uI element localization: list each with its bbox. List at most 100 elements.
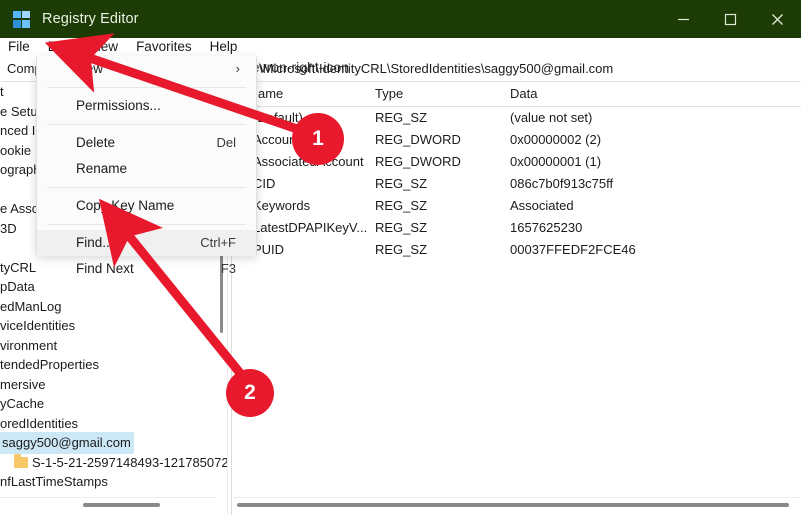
tree-item-label: yCache [0, 396, 45, 411]
tree-horizontal-scrollbar[interactable] [0, 503, 216, 507]
chevron-right-icon: › [235, 61, 240, 76]
tree-item-label: mersive [0, 376, 46, 392]
tree-item-label: nced II [0, 123, 40, 138]
value-type-cell: REG_SZ [375, 198, 428, 213]
folder-icon [14, 454, 28, 468]
menu-item-label: Find Next [76, 261, 134, 276]
menu-item-shortcut: Ctrl+F [200, 235, 236, 250]
annotation-marker-1: 1 [292, 113, 344, 165]
menu-item-permissions[interactable]: Permissions... [37, 93, 256, 119]
menu-help[interactable]: Help [201, 38, 247, 56]
value-type-cell: REG_SZ [375, 110, 428, 125]
tree-item-label: pData [0, 279, 35, 294]
table-row[interactable]: Keywords REG_SZ Associated [233, 195, 801, 217]
menu-item-shortcut: Del [216, 135, 236, 150]
tree-item[interactable]: vironment [0, 336, 216, 356]
menu-file[interactable]: File [0, 38, 39, 56]
menu-separator [47, 124, 246, 125]
window-controls [660, 0, 801, 38]
value-data-cell: Associated [510, 198, 574, 213]
table-row[interactable]: PUID REG_SZ 00037FFEDF2FCE46 [233, 239, 801, 261]
menu-separator [47, 87, 246, 88]
tree-item-label: t [0, 84, 4, 99]
tree-item-label: nfLastTimeStamps [0, 474, 108, 489]
annotation-marker-2: 2 [226, 369, 274, 417]
menu-edit[interactable]: Edit [39, 38, 80, 56]
address-path: \Microsoft\IdentityCRL\StoredIdentities\… [259, 61, 614, 76]
menu-item-new[interactable]: New › [37, 56, 256, 82]
menu-item-find-next[interactable]: Find Next F3 [37, 256, 256, 282]
registry-icon [13, 10, 30, 28]
value-data-cell: 1657625230 [510, 220, 583, 235]
tree-item-label: edManLog [0, 298, 62, 314]
list-horizontal-scrollbar[interactable] [237, 503, 797, 507]
list-hscroll-thumb[interactable] [237, 503, 789, 507]
table-row[interactable]: CID REG_SZ 086c7b0f913c75ff [233, 173, 801, 195]
tree-item-label: ograph [0, 162, 41, 177]
menu-separator [47, 224, 246, 225]
value-type-cell: REG_SZ [375, 176, 428, 191]
value-name-cell: PUID [253, 242, 285, 257]
tree-item-label: e Assc [0, 201, 39, 216]
value-data-cell: (value not set) [510, 110, 593, 125]
tree-hscroll-track [0, 497, 216, 498]
menu-item-label: New [76, 61, 104, 76]
value-type-cell: REG_DWORD [375, 132, 461, 147]
menu-item-find[interactable]: Find... Ctrl+F [37, 230, 256, 256]
tree-item-label: saggy500@gmail.com [0, 432, 134, 454]
tree-item-label: S-1-5-21-2597148493-121785072 [32, 454, 229, 470]
window-title: Registry Editor [42, 11, 139, 27]
tree-item[interactable]: yCache [0, 394, 216, 414]
value-type-cell: REG_DWORD [375, 154, 461, 169]
menu-bar: File Edit View Favorites Help [0, 38, 801, 56]
table-row[interactable]: LatestDPAPIKeyV... REG_SZ 1657625230 [233, 217, 801, 239]
menu-separator [47, 187, 246, 188]
value-data-cell: 086c7b0f913c75ff [510, 176, 614, 191]
tree-item[interactable]: edManLog [0, 297, 216, 317]
title-bar: Registry Editor [0, 0, 801, 38]
menu-item-copy-key-name[interactable]: Copy Key Name [37, 193, 256, 219]
tree-item-label: ookie [0, 142, 32, 158]
value-name-cell: Keywords [253, 198, 311, 213]
tree-item[interactable]: saggy500@gmail.com [0, 432, 216, 454]
tree-item-label: oredIdentities [0, 415, 79, 431]
value-type-cell: REG_SZ [375, 242, 428, 257]
list-hscroll-track [233, 497, 801, 498]
tree-item[interactable]: S-1-5-21-2597148493-121785072 [0, 453, 229, 473]
tree-item[interactable]: nfLastTimeStamps [0, 472, 216, 492]
value-data-cell: 0x00000001 (1) [510, 154, 602, 169]
menu-item-label: Copy Key Name [76, 198, 175, 213]
tree-hscroll-thumb[interactable] [83, 503, 160, 507]
menu-item-label: Permissions... [76, 98, 161, 113]
value-name-cell: LatestDPAPIKeyV... [253, 220, 368, 235]
column-header-data[interactable]: Data [510, 86, 537, 101]
menu-item-label: Rename [76, 161, 128, 176]
value-name-cell: (Default) [253, 110, 303, 125]
tree-item-label: vironment [0, 337, 58, 353]
minimize-icon[interactable] [660, 0, 707, 38]
close-icon[interactable] [754, 0, 801, 38]
column-header-type[interactable]: Type [375, 86, 403, 101]
tree-item-label: viceIdentities [0, 318, 76, 333]
maximize-icon[interactable] [707, 0, 754, 38]
registry-editor-window: Registry Editor File Edit View Favorites… [0, 0, 801, 515]
menu-favorites[interactable]: Favorites [127, 38, 201, 56]
menu-item-rename[interactable]: Rename [37, 156, 256, 182]
edit-dropdown-menu[interactable]: New › Permissions... Delete Del Rename Copy Ke… [36, 56, 257, 276]
tree-item[interactable]: mersive [0, 375, 216, 395]
menu-item-delete[interactable]: Delete Del [37, 130, 256, 156]
tree-item[interactable]: viceIdentities [0, 316, 216, 336]
list-column-header: ame Type Data [233, 82, 801, 107]
tree-item-label: tyCRL [0, 259, 37, 275]
tree-item[interactable]: oredIdentities [0, 414, 216, 434]
menu-item-shortcut: F3 [220, 261, 236, 276]
menu-item-label: Find... [76, 235, 114, 250]
menu-item-label: Delete [76, 135, 116, 150]
tree-item-label: tendedProperties [0, 357, 100, 372]
value-data-cell: 0x00000002 (2) [510, 132, 602, 147]
tree-item[interactable]: tendedProperties [0, 355, 216, 375]
column-header-name[interactable]: ame [258, 86, 283, 101]
menu-view[interactable]: View [80, 38, 127, 56]
value-data-cell: 00037FFEDF2FCE46 [510, 242, 636, 257]
tree-item-label: 3D [0, 220, 17, 236]
